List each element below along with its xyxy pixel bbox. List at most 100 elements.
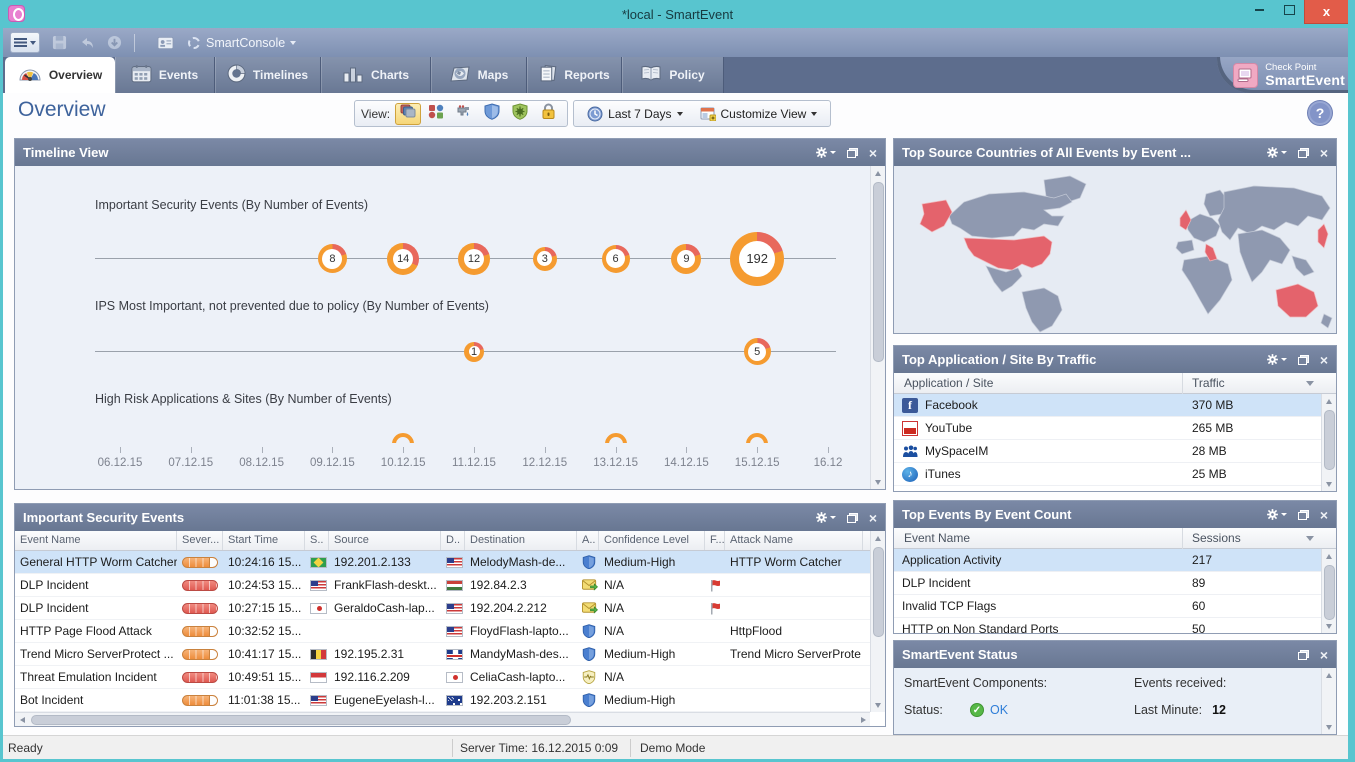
- cell-conf: N/A: [599, 578, 705, 592]
- table-row[interactable]: MySpaceIM28 MB: [894, 440, 1336, 463]
- panel-close-button[interactable]: ×: [1320, 146, 1328, 160]
- tab-charts[interactable]: Charts: [321, 57, 431, 93]
- scroll-up-arrow: [871, 531, 885, 545]
- cell-sev: [177, 649, 223, 660]
- save-button[interactable]: [52, 35, 67, 50]
- panel-settings-button[interactable]: [1266, 508, 1287, 521]
- minimize-button[interactable]: [1244, 0, 1274, 20]
- time-range-dropdown[interactable]: Last 7 Days: [580, 103, 689, 125]
- tab-reports[interactable]: Reports: [527, 57, 622, 93]
- view-button-threat-prevention-view[interactable]: [507, 103, 533, 125]
- timeline-bubble[interactable]: 1: [464, 342, 484, 362]
- tab-timelines[interactable]: Timelines: [215, 57, 321, 93]
- server-time: Server Time: 16.12.2015 0:09: [460, 741, 618, 755]
- table-row[interactable]: Application Activity217: [894, 549, 1336, 572]
- status-ok-link[interactable]: OK: [990, 703, 1008, 717]
- timeline-bubble[interactable]: 9: [671, 244, 701, 274]
- panel-popout-button[interactable]: [847, 513, 858, 523]
- help-button[interactable]: ?: [1308, 101, 1332, 125]
- timeline-vertical-scrollbar[interactable]: [870, 166, 885, 489]
- table-row[interactable]: General HTTP Worm Catcher10:24:16 15...1…: [15, 551, 885, 574]
- customize-view-dropdown[interactable]: Customize View: [693, 103, 825, 125]
- timeline-bubble[interactable]: 8: [318, 244, 347, 273]
- table-row[interactable]: HTTP on Non Standard Ports50: [894, 618, 1336, 633]
- timeline-bubble[interactable]: 3: [533, 247, 557, 271]
- panel-close-button[interactable]: ×: [1320, 353, 1328, 367]
- panel-close-button[interactable]: ×: [869, 146, 877, 160]
- column-header-source[interactable]: Source: [329, 531, 441, 550]
- timeline-bubble[interactable]: 14: [387, 243, 419, 275]
- timeline-axis-tick: [757, 447, 758, 453]
- install-button[interactable]: [107, 35, 122, 50]
- panel-popout-button[interactable]: [847, 148, 858, 158]
- tab-events[interactable]: Events: [115, 57, 215, 93]
- topevents-table-header[interactable]: Event Name Sessions: [894, 528, 1336, 549]
- panel-popout-button[interactable]: [1298, 355, 1309, 365]
- panel-close-button[interactable]: ×: [1320, 508, 1328, 522]
- timeline-bubble[interactable]: 6: [602, 245, 630, 273]
- panel-settings-button[interactable]: [1266, 146, 1287, 159]
- view-button-access-view[interactable]: [535, 103, 561, 125]
- panel-settings-button[interactable]: [815, 511, 836, 524]
- column-header-destination[interactable]: Destination: [465, 531, 577, 550]
- tab-label: Events: [159, 68, 198, 82]
- column-header-sever[interactable]: Sever...: [177, 531, 223, 550]
- timeline-bubble[interactable]: 12: [458, 243, 490, 275]
- accounts-button[interactable]: [157, 36, 174, 50]
- table-row[interactable]: Threat Emulation Incident10:49:51 15...1…: [15, 666, 885, 689]
- tab-maps[interactable]: Maps: [431, 57, 527, 93]
- view-button-objects-view[interactable]: [423, 103, 449, 125]
- panel-settings-button[interactable]: [815, 146, 836, 159]
- column-header-s[interactable]: S..: [305, 531, 329, 550]
- panel-popout-button[interactable]: [1298, 148, 1309, 158]
- events-vertical-scrollbar[interactable]: [870, 531, 885, 712]
- smartconsole-dropdown[interactable]: SmartConsole: [206, 36, 296, 50]
- column-header-f[interactable]: F...: [705, 531, 725, 550]
- tab-overview[interactable]: Overview: [5, 57, 115, 93]
- table-row[interactable]: fFacebook370 MB: [894, 394, 1336, 417]
- close-button[interactable]: x: [1304, 0, 1349, 24]
- table-row[interactable]: HTTP Page Flood Attack10:32:52 15...Floy…: [15, 620, 885, 643]
- scroll-up-arrow: [871, 166, 885, 180]
- panel-close-button[interactable]: ×: [869, 511, 877, 525]
- timeline-axis-date: 06.12.15: [98, 457, 143, 469]
- table-row[interactable]: YouTube265 MB: [894, 417, 1336, 440]
- timeline-bubble[interactable]: 5: [744, 338, 771, 365]
- panel-close-button[interactable]: ×: [1320, 648, 1328, 662]
- panel-settings-button[interactable]: [1266, 353, 1287, 366]
- status-vertical-scrollbar[interactable]: [1321, 668, 1336, 734]
- column-header-d[interactable]: D..: [441, 531, 465, 550]
- table-row[interactable]: Trend Micro ServerProtect ...10:41:17 15…: [15, 643, 885, 666]
- apps-table-header[interactable]: Application / Site Traffic: [894, 373, 1336, 394]
- events-table-header[interactable]: Event NameSever...Start TimeS..SourceD..…: [15, 531, 885, 551]
- column-header-attack-name[interactable]: Attack Name: [725, 531, 863, 550]
- column-header-sessions: Sessions: [1182, 528, 1241, 548]
- panel-popout-button[interactable]: [1298, 510, 1309, 520]
- table-row[interactable]: DLP Incident89: [894, 572, 1336, 595]
- tab-policy[interactable]: Policy: [622, 57, 724, 93]
- view-button-grouped-views[interactable]: [395, 103, 421, 125]
- apps-vertical-scrollbar[interactable]: [1321, 394, 1336, 491]
- timeline-bubble[interactable]: 192: [730, 232, 784, 286]
- column-header-a[interactable]: A..: [577, 531, 599, 550]
- table-row[interactable]: Invalid TCP Flags60: [894, 595, 1336, 618]
- view-button-dlp-view[interactable]: [451, 103, 477, 125]
- column-header-confidence-level[interactable]: Confidence Level: [599, 531, 705, 550]
- table-row[interactable]: DLP Incident10:27:15 15...GeraldoCash-la…: [15, 597, 885, 620]
- timeline-bubble-clipped[interactable]: [746, 433, 769, 443]
- panel-popout-button[interactable]: [1298, 650, 1309, 660]
- undo-button[interactable]: [79, 36, 95, 50]
- table-row[interactable]: ♪iTunes25 MB: [894, 463, 1336, 486]
- timeline-bubble-clipped[interactable]: [392, 433, 415, 443]
- column-header-start-time[interactable]: Start Time: [223, 531, 305, 550]
- table-row[interactable]: DLP Incident10:24:53 15...FrankFlash-des…: [15, 574, 885, 597]
- column-header-event-name[interactable]: Event Name: [15, 531, 177, 550]
- maximize-button[interactable]: [1274, 0, 1304, 20]
- scroll-left-arrow: [15, 713, 29, 726]
- events-horizontal-scrollbar[interactable]: [15, 712, 870, 726]
- topevents-vertical-scrollbar[interactable]: [1321, 549, 1336, 633]
- menu-button[interactable]: [10, 32, 40, 53]
- timeline-bubble-clipped[interactable]: [605, 433, 628, 443]
- table-row[interactable]: Bot Incident11:01:38 15...EugeneEyelash-…: [15, 689, 885, 712]
- view-button-ips-view[interactable]: [479, 103, 505, 125]
